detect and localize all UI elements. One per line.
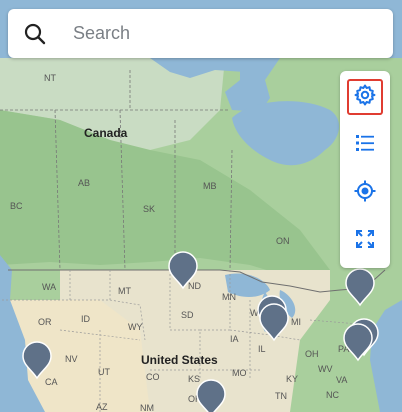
label-nc: NC	[326, 390, 339, 400]
label-va: VA	[336, 375, 347, 385]
target-icon	[353, 179, 377, 208]
search-icon[interactable]	[23, 22, 47, 46]
label-on: ON	[276, 236, 290, 246]
search-input[interactable]	[73, 13, 373, 54]
label-or: OR	[38, 317, 52, 327]
search-bar[interactable]	[8, 9, 393, 58]
label-sd: SD	[181, 310, 194, 320]
label-ia: IA	[230, 334, 239, 344]
label-wa: WA	[42, 282, 56, 292]
label-canada: Canada	[84, 126, 128, 140]
label-ca: CA	[45, 377, 58, 387]
label-mn: MN	[222, 292, 236, 302]
map-controls-panel	[340, 71, 390, 268]
label-bc: BC	[10, 201, 23, 211]
label-nt: NT	[44, 73, 56, 83]
label-id: ID	[81, 314, 91, 324]
label-mi: MI	[291, 317, 301, 327]
label-oh: OH	[305, 349, 319, 359]
label-co: CO	[146, 372, 160, 382]
list-button[interactable]	[347, 127, 383, 163]
list-icon	[354, 132, 376, 159]
label-sk: SK	[143, 204, 155, 214]
label-tn: TN	[275, 391, 287, 401]
label-mo: MO	[232, 368, 247, 378]
label-nv: NV	[65, 354, 78, 364]
gear-icon	[353, 83, 377, 112]
label-mb: MB	[203, 181, 217, 191]
label-az: AZ	[96, 402, 108, 412]
label-ks: KS	[188, 374, 200, 384]
label-united-states: United States	[141, 353, 218, 367]
label-nm: NM	[140, 403, 154, 412]
locate-button[interactable]	[347, 175, 383, 211]
fullscreen-button[interactable]	[347, 223, 383, 259]
label-ab: AB	[78, 178, 90, 188]
label-wy: WY	[128, 322, 143, 332]
expand-icon	[354, 228, 376, 255]
settings-button[interactable]	[347, 79, 383, 115]
label-mt: MT	[118, 286, 131, 296]
label-wv: WV	[318, 364, 333, 374]
label-nd: ND	[188, 281, 201, 291]
label-ky: KY	[286, 374, 298, 384]
label-il: IL	[258, 344, 266, 354]
label-ut: UT	[98, 367, 110, 377]
